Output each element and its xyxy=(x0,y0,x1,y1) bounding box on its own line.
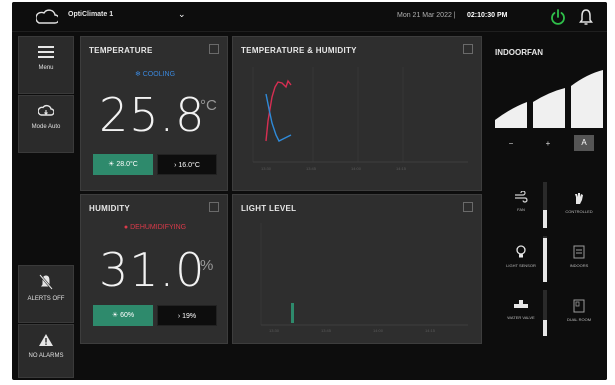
cool-setpoint-chip[interactable]: › 16.0°C xyxy=(157,154,217,175)
fan-wind-icon xyxy=(515,191,528,203)
fan-speed-medium-bar[interactable] xyxy=(533,88,565,128)
fan-speed-decrease-button[interactable]: − xyxy=(501,136,521,152)
bell-muted-icon xyxy=(39,274,53,290)
dual-room-tile[interactable]: DUAL ROOM xyxy=(555,290,603,340)
temp-humidity-chart-panel: TEMPERATURE & HUMIDITY 13:30 13:45 14:00… xyxy=(232,36,482,191)
light-sensor-tile[interactable]: LIGHT SENSOR xyxy=(497,236,545,286)
dual-room-label: DUAL ROOM xyxy=(566,317,592,322)
expand-icon[interactable] xyxy=(209,202,219,212)
grid-sensor-icon xyxy=(573,245,585,259)
humidity-unit: % xyxy=(200,257,214,274)
valve-icon xyxy=(514,300,528,308)
water-valve-label: WATER VALVE xyxy=(507,315,535,320)
x-tick-label: 13:45 xyxy=(306,166,317,171)
light-level-bar xyxy=(291,303,294,323)
alerts-off-label: ALERTS OFF xyxy=(27,296,65,302)
heat-setpoint-chip[interactable]: ☀ 28.0°C xyxy=(93,154,153,175)
x-tick-label: 13:30 xyxy=(261,166,272,171)
hamburger-icon xyxy=(38,46,54,58)
temperature-unit: °C xyxy=(200,97,217,114)
temperature-value: 25.8 xyxy=(99,88,206,142)
no-alarms-label: NO ALARMS xyxy=(28,353,64,359)
indoor-fan-panel: INDOORFAN − + A FAN CONTROLLED LIGHT SEN… xyxy=(483,32,607,380)
fan-speed-high-bar[interactable] xyxy=(571,70,603,128)
x-tick-label: 14:15 xyxy=(425,328,436,333)
menu-label: Menu xyxy=(38,65,54,71)
humidity-low-setpoint-chip[interactable]: ☀ 60% xyxy=(93,305,153,326)
controlled-tile-label: CONTROLLED xyxy=(565,209,593,214)
mode-auto-label: Mode Auto xyxy=(31,124,61,130)
temperature-title: TEMPERATURE xyxy=(89,46,153,55)
hand-icon xyxy=(575,193,583,204)
mode-auto-button[interactable]: Mode Auto xyxy=(18,95,74,153)
humidity-value: 31.0 xyxy=(99,243,206,297)
water-valve-level-bar xyxy=(543,290,547,336)
chevron-down-icon[interactable]: ⌄ xyxy=(178,9,186,20)
light-sensor-level-bar xyxy=(543,236,547,282)
dual-room-icon xyxy=(573,299,585,313)
lightbulb-icon xyxy=(516,245,526,258)
time-label: 02:10:30 PM xyxy=(467,12,508,19)
indoor-fan-title: INDOORFAN xyxy=(495,48,543,57)
fan-tile-label: FAN xyxy=(517,207,525,212)
fan-speed-increase-button[interactable]: + xyxy=(538,136,558,152)
water-valve-tile[interactable]: WATER VALVE xyxy=(497,290,545,340)
alerts-off-button[interactable]: ALERTS OFF xyxy=(18,265,74,323)
x-tick-label: 13:30 xyxy=(269,328,280,333)
expand-icon[interactable] xyxy=(209,44,219,54)
app-screen: OptiClimate 1 ⌄ Mon 21 Mar 2022 | 02:10:… xyxy=(12,2,607,380)
power-icon[interactable] xyxy=(549,8,567,26)
no-alarms-button[interactable]: NO ALARMS xyxy=(18,324,74,378)
x-tick-label: 14:00 xyxy=(373,328,384,333)
cooling-status: ❄ COOLING xyxy=(134,71,176,78)
warning-icon xyxy=(39,334,53,346)
dehumidifying-status: ● DEHUMIDIFYING xyxy=(123,224,187,231)
light-level-chart xyxy=(260,223,468,326)
light-level-chart-panel: LIGHT LEVEL 13:30 13:45 14:00 14:15 xyxy=(232,194,482,344)
mode-auto-icon xyxy=(38,105,54,116)
menu-button[interactable]: Menu xyxy=(18,36,74,94)
bell-icon[interactable] xyxy=(578,8,594,26)
device-selector-label[interactable]: OptiClimate 1 xyxy=(68,11,113,18)
x-tick-label: 14:15 xyxy=(396,166,407,171)
fan-level-bar xyxy=(543,182,547,228)
x-tick-label: 14:00 xyxy=(351,166,362,171)
date-label: Mon 21 Mar 2022 | xyxy=(397,12,456,19)
temperature-panel: TEMPERATURE ❄ COOLING 25.8 °C ☀ 28.0°C ›… xyxy=(80,36,228,191)
fan-control-tile[interactable]: FAN xyxy=(497,182,545,232)
top-bar: OptiClimate 1 ⌄ Mon 21 Mar 2022 | 02:10:… xyxy=(12,2,607,32)
humidity-title: HUMIDITY xyxy=(89,204,131,213)
controlled-tile[interactable]: CONTROLLED xyxy=(555,182,603,232)
cloud-logo-icon xyxy=(36,9,58,24)
indoors-tile-label: INDOORS xyxy=(569,263,589,268)
x-tick-label: 13:45 xyxy=(321,328,332,333)
fan-speed-selector[interactable] xyxy=(493,66,605,130)
snowflake-icon: ❄ xyxy=(134,71,143,78)
light-sensor-label: LIGHT SENSOR xyxy=(506,263,536,268)
fan-speed-low-bar[interactable] xyxy=(495,102,527,128)
fan-auto-button[interactable]: A xyxy=(574,135,594,151)
sun-icon: ☀ xyxy=(111,312,121,319)
humidity-high-setpoint-chip[interactable]: › 19% xyxy=(157,305,217,326)
humidity-panel: HUMIDITY ● DEHUMIDIFYING 31.0 % ☀ 60% › … xyxy=(80,194,228,344)
indoors-tile[interactable]: INDOORS xyxy=(555,236,603,286)
humidity-series-line xyxy=(265,93,292,142)
